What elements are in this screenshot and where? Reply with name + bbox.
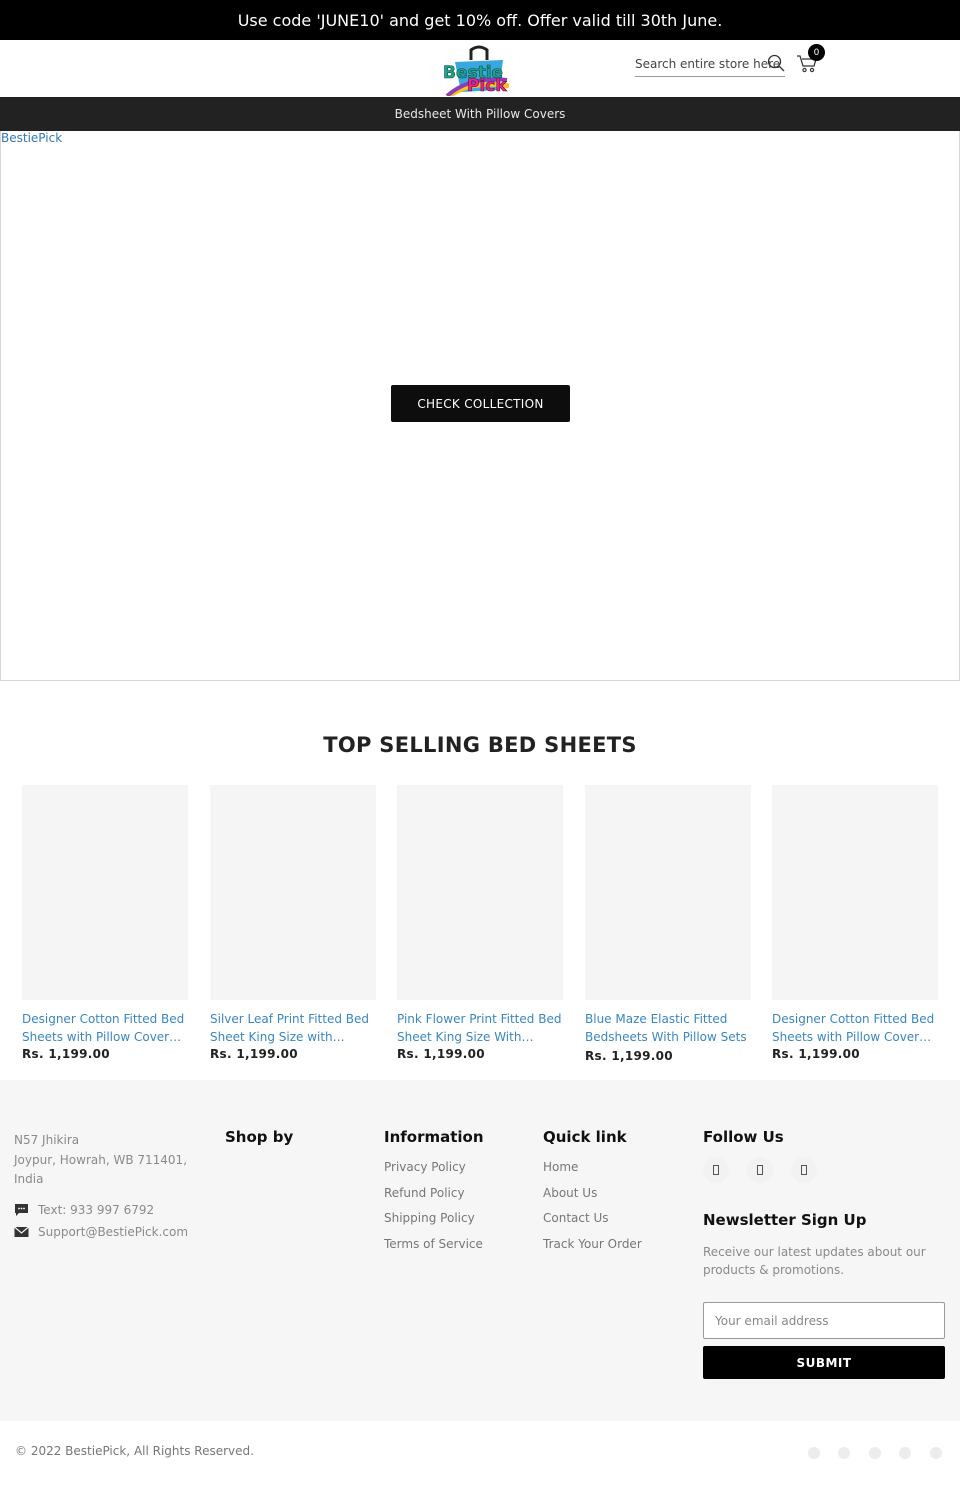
product-title[interactable]: Blue Maze Elastic Fitted Bedsheets With … — [585, 1010, 751, 1046]
product-price: Rs. 1,199.00 — [397, 1047, 485, 1061]
section-title: TOP SELLING BED SHEETS — [323, 733, 637, 757]
product-price: Rs. 1,199.00 — [210, 1047, 298, 1061]
phone-contact: Text: 933 997 6792 — [14, 1203, 154, 1217]
shop-by-heading: Shop by — [225, 1128, 294, 1146]
product-price: Rs. 1,199.00 — [772, 1047, 860, 1061]
nav-item-bedsheet-with-pillow-covers[interactable]: Bedsheet With Pillow Covers — [395, 107, 566, 121]
product-image[interactable] — [397, 785, 563, 1000]
svg-text:Pick: Pick — [467, 76, 507, 96]
social-icon-1[interactable] — [703, 1157, 729, 1183]
product-image[interactable] — [772, 785, 938, 1000]
store-address: N57 Jhikira Joypur, Howrah, WB 711401, I… — [14, 1131, 214, 1190]
footer-link-privacy-policy[interactable]: Privacy Policy — [384, 1160, 466, 1174]
footer-link-track-your-order[interactable]: Track Your Order — [543, 1237, 642, 1251]
check-collection-button[interactable]: CHECK COLLECTION — [391, 385, 570, 422]
announcement-text: Use code 'JUNE10' and get 10% off. Offer… — [237, 10, 723, 30]
cart-count-badge: 0 — [808, 44, 825, 61]
payment-icon-4 — [899, 1447, 911, 1459]
product-image[interactable] — [585, 785, 751, 1000]
search-icon[interactable] — [767, 54, 785, 72]
address-line: India — [14, 1172, 44, 1186]
product-card[interactable]: Pink Flower Print Fitted Bed Sheet King … — [397, 785, 563, 1061]
hero-banner: BestiePick CHECK COLLECTION — [0, 131, 960, 681]
footer-link-contact-us[interactable]: Contact Us — [543, 1211, 609, 1225]
hero-image-alt-link[interactable]: BestiePick — [1, 131, 62, 145]
site-header: Bestie Pick 0 — [0, 40, 960, 99]
product-card[interactable]: Designer Cotton Fitted Bed Sheets with P… — [772, 785, 938, 1061]
information-links: Privacy Policy Refund Policy Shipping Po… — [384, 1155, 483, 1257]
address-line: Joypur, Howrah, WB 711401, — [14, 1152, 188, 1167]
footer-link-home[interactable]: Home — [543, 1160, 578, 1174]
email-contact: Support@BestiePick.com — [14, 1225, 188, 1239]
bestiepick-logo-icon: Bestie Pick — [443, 45, 510, 99]
phone-text[interactable]: Text: 933 997 6792 — [38, 1203, 154, 1217]
announcement-bar: Use code 'JUNE10' and get 10% off. Offer… — [0, 0, 960, 40]
newsletter-description: Receive our latest updates about our pro… — [703, 1245, 926, 1277]
product-title[interactable]: Pink Flower Print Fitted Bed Sheet King … — [397, 1010, 563, 1046]
footer-link-shipping-policy[interactable]: Shipping Policy — [384, 1211, 475, 1225]
product-card[interactable]: Blue Maze Elastic Fitted Bedsheets With … — [585, 785, 751, 1063]
payment-icon-5 — [930, 1447, 942, 1459]
product-grid: Designer Cotton Fitted Bed Sheets with P… — [22, 785, 938, 1075]
logo[interactable]: Bestie Pick — [441, 44, 517, 99]
payment-icon-2 — [838, 1447, 850, 1459]
product-price: Rs. 1,199.00 — [22, 1047, 110, 1061]
product-price: Rs. 1,199.00 — [585, 1049, 673, 1063]
information-heading: Information — [384, 1128, 484, 1146]
product-card[interactable]: Silver Leaf Print Fitted Bed Sheet King … — [210, 785, 376, 1061]
search-input[interactable] — [635, 57, 785, 71]
copyright-text: © 2022 BestiePick, All Rights Reserved. — [15, 1444, 254, 1458]
product-title[interactable]: Designer Cotton Fitted Bed Sheets with P… — [772, 1010, 938, 1046]
bottom-bar: © 2022 BestiePick, All Rights Reserved. — [0, 1421, 960, 1490]
social-icon-3[interactable] — [791, 1157, 817, 1183]
search-box — [635, 52, 785, 77]
chat-icon — [15, 1204, 28, 1216]
quick-links: Home About Us Contact Us Track Your Orde… — [543, 1155, 642, 1257]
footer-link-about-us[interactable]: About Us — [543, 1186, 597, 1200]
follow-us-heading: Follow Us — [703, 1128, 784, 1146]
address-line: N57 Jhikira — [14, 1133, 80, 1147]
envelope-icon — [14, 1226, 29, 1237]
footer-link-refund-policy[interactable]: Refund Policy — [384, 1186, 465, 1200]
main-nav: Bedsheet With Pillow Covers — [0, 97, 960, 131]
site-footer: N57 Jhikira Joypur, Howrah, WB 711401, I… — [0, 1080, 960, 1421]
social-icon-2[interactable] — [747, 1157, 773, 1183]
newsletter-email-input[interactable] — [703, 1302, 945, 1339]
product-title[interactable]: Silver Leaf Print Fitted Bed Sheet King … — [210, 1010, 376, 1046]
product-title[interactable]: Designer Cotton Fitted Bed Sheets with P… — [22, 1010, 188, 1046]
newsletter-heading: Newsletter Sign Up — [703, 1211, 867, 1229]
payment-icon-3 — [869, 1447, 881, 1459]
footer-link-terms-of-service[interactable]: Terms of Service — [384, 1237, 483, 1251]
product-card[interactable]: Designer Cotton Fitted Bed Sheets with P… — [22, 785, 188, 1061]
newsletter-submit-button[interactable]: SUBMIT — [703, 1346, 945, 1379]
product-image[interactable] — [210, 785, 376, 1000]
payment-icon-1 — [808, 1447, 820, 1459]
product-image[interactable] — [22, 785, 188, 1000]
email-link[interactable]: Support@BestiePick.com — [38, 1225, 188, 1239]
quick-link-heading: Quick link — [543, 1128, 627, 1146]
